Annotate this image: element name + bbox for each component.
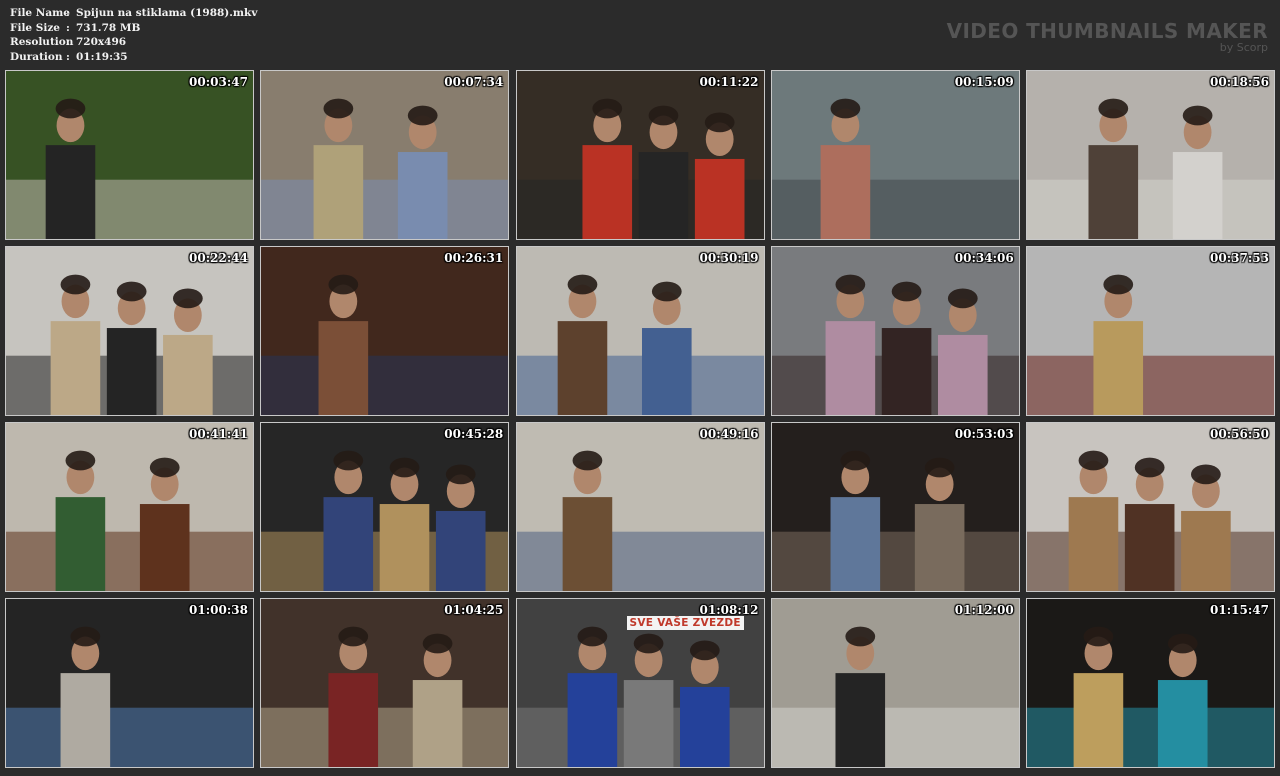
video-thumbnail[interactable]: 00:34:06 bbox=[770, 246, 1020, 416]
file-info-panel: File Name: Spijun na stiklama (1988).mkv F… bbox=[10, 6, 257, 64]
video-thumbnail[interactable]: 00:26:31 bbox=[260, 246, 510, 416]
video-thumbnail[interactable]: 00:37:53 bbox=[1026, 246, 1275, 416]
thumbnail-timestamp: 00:07:34 bbox=[444, 75, 504, 89]
video-thumbnail[interactable]: 01:04:25 bbox=[260, 598, 510, 768]
video-thumbnail[interactable]: SVE VAŠE ZVEZDE 01:08:12 bbox=[515, 598, 765, 768]
file-info-row: Duration:01:19:35 bbox=[10, 50, 257, 65]
video-thumbnail[interactable]: 00:15:09 bbox=[770, 70, 1020, 240]
thumbnail-timestamp: 00:03:47 bbox=[189, 75, 248, 89]
video-thumbnail[interactable]: 00:30:19 bbox=[515, 246, 765, 416]
video-thumbnail[interactable]: 00:53:03 bbox=[770, 422, 1020, 592]
thumbnail-frame-image bbox=[6, 247, 253, 415]
thumbnail-frame-image bbox=[6, 71, 253, 239]
thumbnail-timestamp: 00:15:09 bbox=[954, 75, 1014, 89]
video-thumbnail[interactable]: 01:00:38 bbox=[5, 598, 254, 768]
thumbnail-frame-image bbox=[771, 71, 1019, 239]
thumbnail-frame-image bbox=[771, 599, 1019, 767]
file-info-separator: : bbox=[66, 7, 70, 19]
video-thumbnail[interactable]: 00:45:28 bbox=[260, 422, 510, 592]
file-info-label: Resolution bbox=[10, 36, 74, 48]
file-info-label: File Size bbox=[10, 21, 60, 34]
thumbnail-timestamp: 00:30:19 bbox=[699, 251, 759, 265]
video-thumbnail[interactable]: 00:07:34 bbox=[260, 70, 510, 240]
thumbnail-timestamp: 00:18:56 bbox=[1210, 75, 1269, 89]
thumbnail-timestamp: 00:45:28 bbox=[444, 427, 504, 441]
brand-watermark: VIDEO THUMBNAILS MAKER by Scorp bbox=[947, 19, 1268, 54]
thumbnail-sheet: File Name: Spijun na stiklama (1988).mkv F… bbox=[0, 0, 1280, 776]
thumbnail-timestamp: 00:34:06 bbox=[954, 251, 1014, 265]
video-thumbnail[interactable]: 00:49:16 bbox=[515, 422, 765, 592]
file-info-value: 731.78 MB bbox=[76, 21, 141, 34]
file-info-row: File Size:731.78 MB bbox=[10, 21, 257, 36]
thumbnail-timestamp: 01:04:25 bbox=[444, 603, 504, 617]
thumbnail-timestamp: 01:12:00 bbox=[954, 603, 1014, 617]
file-info-row: Resolution:720x496 bbox=[10, 35, 257, 50]
thumbnail-grid: 00:03:47 00:07:34 00:11:22 00:15:09 00:18:56… bbox=[5, 70, 1275, 770]
thumbnail-timestamp: 00:22:44 bbox=[189, 251, 248, 265]
thumbnail-frame-image bbox=[261, 599, 509, 767]
video-thumbnail[interactable]: 01:15:47 bbox=[1026, 598, 1275, 768]
brand-subtitle: by Scorp bbox=[1219, 41, 1268, 54]
thumbnail-timestamp: 01:15:47 bbox=[1210, 603, 1269, 617]
file-info-value: Spijun na stiklama (1988).mkv bbox=[76, 7, 258, 19]
video-thumbnail[interactable]: 01:12:00 bbox=[770, 598, 1020, 768]
thumbnail-timestamp: 00:41:41 bbox=[189, 427, 248, 441]
file-info-separator: : bbox=[66, 21, 70, 34]
video-thumbnail[interactable]: 00:41:41 bbox=[5, 422, 254, 592]
thumbnail-timestamp: 00:53:03 bbox=[954, 427, 1014, 441]
video-thumbnail[interactable]: 00:22:44 bbox=[5, 246, 254, 416]
file-info-separator: : bbox=[66, 50, 70, 63]
file-info-value: 01:19:35 bbox=[76, 50, 128, 63]
thumbnail-frame-image bbox=[771, 247, 1019, 415]
thumbnail-frame-image bbox=[1027, 423, 1274, 591]
thumbnail-timestamp: 01:00:38 bbox=[189, 603, 248, 617]
thumbnail-frame-image bbox=[771, 423, 1019, 591]
thumbnail-timestamp: 01:08:12 bbox=[699, 603, 759, 617]
thumbnail-frame-image bbox=[261, 247, 509, 415]
thumbnail-frame-image bbox=[6, 423, 253, 591]
thumbnail-frame-image bbox=[1027, 71, 1274, 239]
thumbnail-frame-image bbox=[516, 71, 764, 239]
video-thumbnail[interactable]: 00:56:50 bbox=[1026, 422, 1275, 592]
thumbnail-frame-image bbox=[6, 599, 253, 767]
thumbnail-frame-image bbox=[1027, 247, 1274, 415]
file-info-value: 720x496 bbox=[76, 36, 127, 48]
thumbnail-timestamp: 00:26:31 bbox=[444, 251, 504, 265]
thumbnail-timestamp: 00:11:22 bbox=[699, 75, 759, 89]
thumbnail-timestamp: 00:56:50 bbox=[1210, 427, 1269, 441]
thumbnail-timestamp: 00:37:53 bbox=[1210, 251, 1269, 265]
video-thumbnail[interactable]: 00:11:22 bbox=[515, 70, 765, 240]
thumbnail-timestamp: 00:49:16 bbox=[699, 427, 759, 441]
thumbnail-frame-image bbox=[516, 423, 764, 591]
video-thumbnail[interactable]: 00:03:47 bbox=[5, 70, 254, 240]
thumbnail-frame-image bbox=[1027, 599, 1274, 767]
file-info-separator: : bbox=[66, 36, 70, 48]
thumbnail-frame-image bbox=[261, 423, 509, 591]
banner-sign-text: SVE VAŠE ZVEZDE bbox=[626, 616, 744, 630]
file-info-label: Duration bbox=[10, 50, 63, 63]
file-info-row: File Name: Spijun na stiklama (1988).mkv bbox=[10, 6, 257, 21]
file-info-label: File Name bbox=[10, 7, 70, 19]
brand-title: VIDEO THUMBNAILS MAKER bbox=[946, 19, 1268, 43]
thumbnail-frame-image bbox=[261, 71, 509, 239]
thumbnail-frame-image bbox=[516, 247, 764, 415]
video-thumbnail[interactable]: 00:18:56 bbox=[1026, 70, 1275, 240]
